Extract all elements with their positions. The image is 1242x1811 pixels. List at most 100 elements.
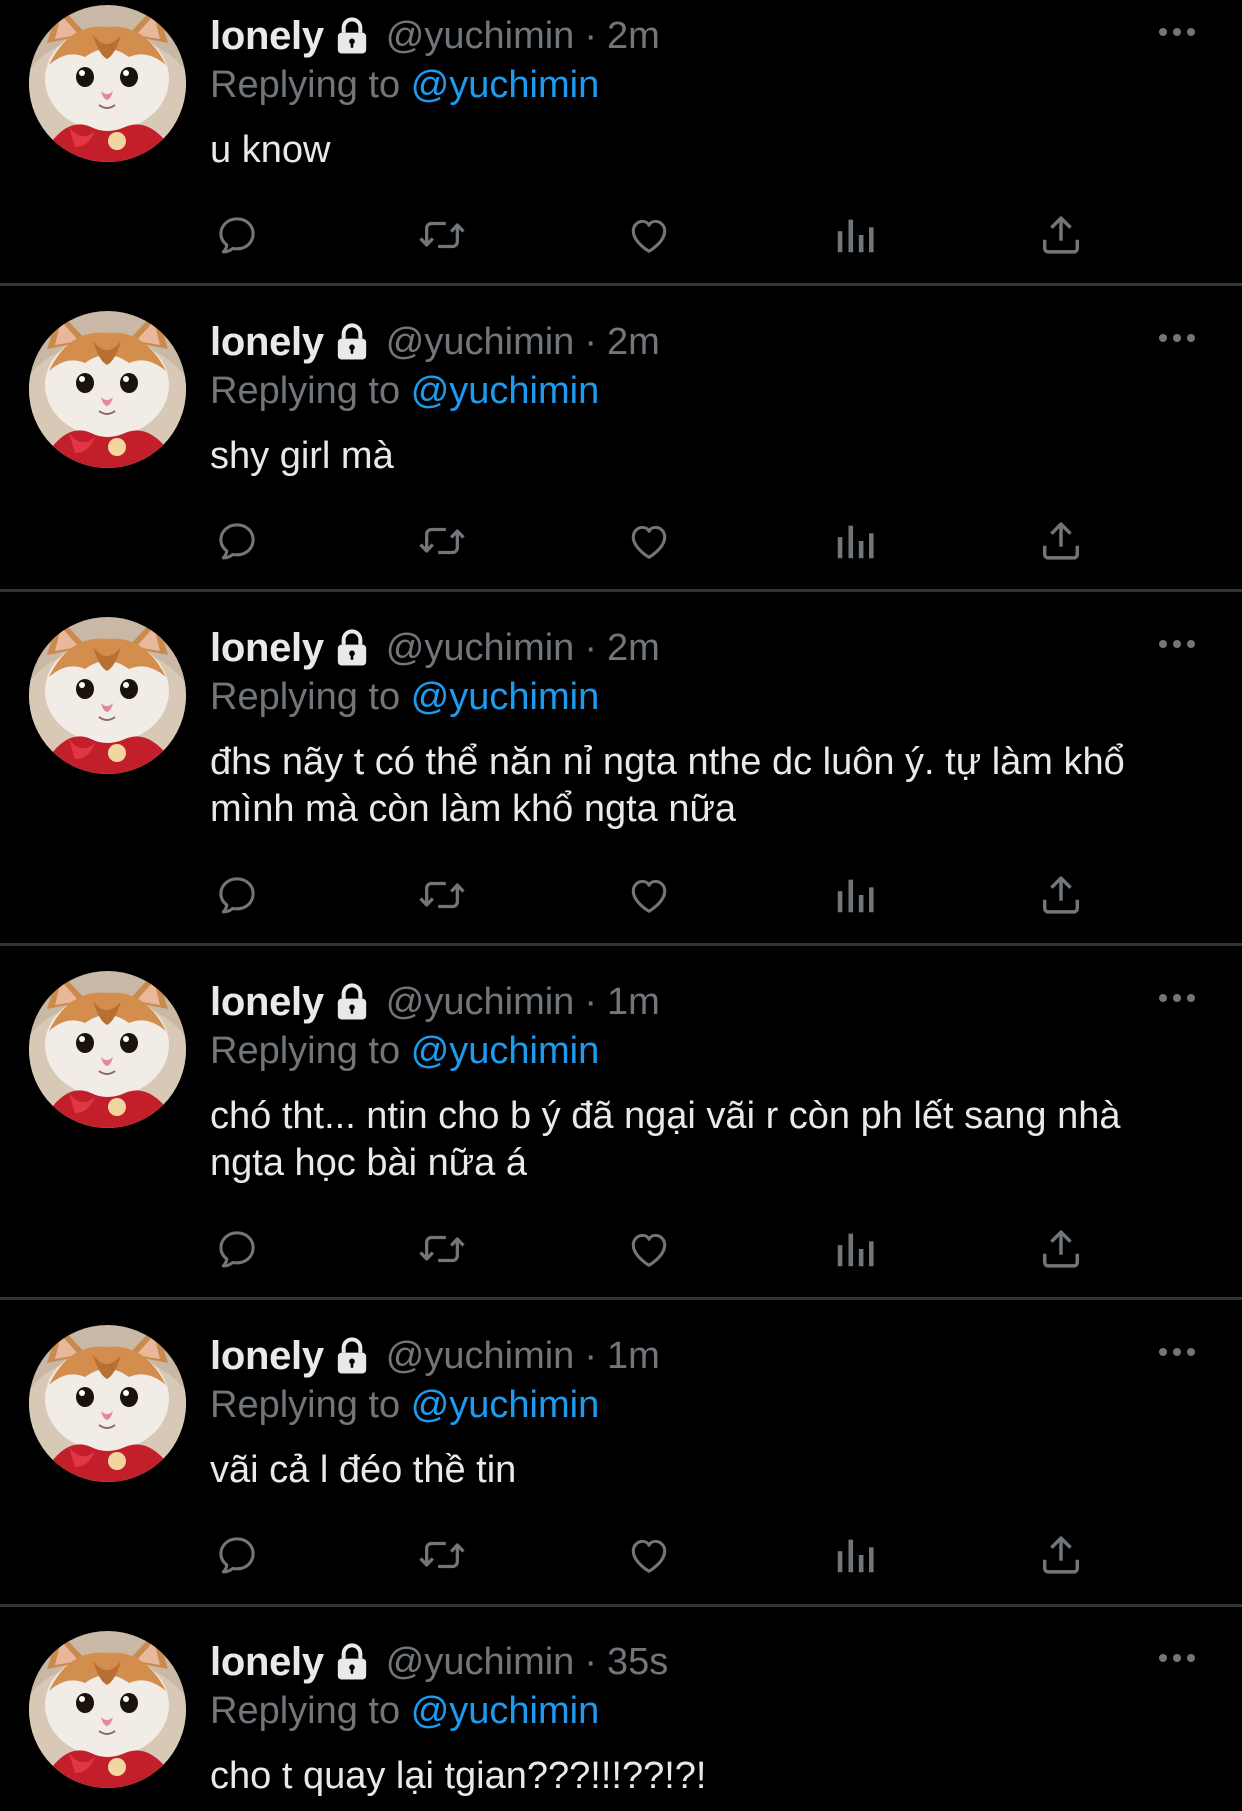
lock-icon — [332, 1336, 372, 1376]
more-options-icon[interactable] — [1157, 990, 1197, 1006]
reply-button[interactable] — [211, 210, 263, 260]
views-button[interactable] — [829, 210, 881, 260]
tweet[interactable]: lonely @yuchimin · 2m Replying to @yuchi… — [0, 306, 1242, 591]
share-icon — [1038, 212, 1084, 258]
tweet[interactable]: lonely @yuchimin · 1m Replying to @yuchi… — [0, 966, 1242, 1296]
more-options-icon[interactable] — [1157, 1344, 1197, 1360]
like-button[interactable] — [623, 870, 675, 920]
share-button[interactable] — [1035, 1530, 1087, 1580]
tweet-text: vãi cả l đéo thề tin — [210, 1449, 517, 1491]
separator: · — [584, 14, 597, 57]
more-options-icon[interactable] — [1157, 330, 1197, 346]
replying-to-handle-link[interactable]: @yuchimin — [411, 1690, 600, 1732]
timestamp[interactable]: 35s — [607, 1641, 668, 1684]
share-button[interactable] — [1035, 870, 1087, 920]
avatar[interactable] — [29, 5, 186, 162]
handle[interactable]: @yuchimin — [386, 627, 575, 670]
timestamp[interactable]: 2m — [607, 15, 660, 58]
display-name[interactable]: lonely — [210, 980, 324, 1025]
retweet-button[interactable] — [416, 210, 468, 260]
like-button[interactable] — [623, 516, 675, 566]
replying-to-handle-link[interactable]: @yuchimin — [411, 1384, 600, 1426]
timestamp[interactable]: 1m — [607, 1335, 660, 1378]
display-name[interactable]: lonely — [210, 1334, 324, 1379]
more-options-icon[interactable] — [1157, 1650, 1197, 1666]
replying-to: Replying to @yuchimin — [210, 60, 599, 110]
share-icon — [1038, 1226, 1084, 1272]
reply-button[interactable] — [211, 1530, 263, 1580]
tweet-header: lonely @yuchimin · 35s — [210, 1637, 668, 1687]
more-options-icon[interactable] — [1157, 636, 1197, 652]
avatar[interactable] — [29, 617, 186, 774]
tweet[interactable]: lonely @yuchimin · 2m Replying to @yuchi… — [0, 612, 1242, 942]
avatar[interactable] — [29, 1325, 186, 1482]
share-icon — [1038, 872, 1084, 918]
reply-icon — [214, 872, 260, 918]
views-button[interactable] — [829, 870, 881, 920]
views-icon — [833, 1532, 877, 1578]
tweet-text: chó tht... ntin cho b ý đã ngại vãi r cò… — [210, 1095, 1121, 1184]
divider — [0, 1297, 1242, 1300]
views-icon — [833, 518, 877, 564]
views-button[interactable] — [829, 1530, 881, 1580]
retweet-button[interactable] — [416, 1530, 468, 1580]
display-name[interactable]: lonely — [210, 626, 324, 671]
reply-button[interactable] — [211, 516, 263, 566]
reply-icon — [214, 518, 260, 564]
tweet-text: shy girl mà — [210, 435, 394, 477]
display-name[interactable]: lonely — [210, 14, 324, 59]
avatar[interactable] — [29, 971, 186, 1128]
retweet-icon — [416, 872, 468, 918]
replying-to-handle-link[interactable]: @yuchimin — [411, 676, 600, 718]
reply-button[interactable] — [211, 1224, 263, 1274]
timestamp[interactable]: 2m — [607, 627, 660, 670]
lock-icon — [332, 322, 372, 362]
tweet[interactable]: lonely @yuchimin · 35s Replying to @yuch… — [0, 1626, 1242, 1811]
replying-to: Replying to @yuchimin — [210, 1686, 599, 1736]
replying-to-label: Replying to — [210, 1690, 401, 1732]
lock-icon — [332, 628, 372, 668]
display-name[interactable]: lonely — [210, 320, 324, 365]
reply-icon — [214, 1532, 260, 1578]
lock-icon — [332, 16, 372, 56]
divider — [0, 943, 1242, 946]
replying-to-handle-link[interactable]: @yuchimin — [411, 1030, 600, 1072]
views-button[interactable] — [829, 1224, 881, 1274]
avatar[interactable] — [29, 1631, 186, 1788]
retweet-icon — [416, 518, 468, 564]
separator: · — [584, 320, 597, 363]
like-button[interactable] — [623, 1224, 675, 1274]
share-button[interactable] — [1035, 210, 1087, 260]
tweet[interactable]: lonely @yuchimin · 2m Replying to @yuchi… — [0, 0, 1242, 285]
timestamp[interactable]: 2m — [607, 321, 660, 364]
handle[interactable]: @yuchimin — [386, 1335, 575, 1378]
tweet[interactable]: lonely @yuchimin · 1m Replying to @yuchi… — [0, 1320, 1242, 1605]
handle[interactable]: @yuchimin — [386, 981, 575, 1024]
share-button[interactable] — [1035, 1224, 1087, 1274]
retweet-button[interactable] — [416, 1224, 468, 1274]
replying-to: Replying to @yuchimin — [210, 672, 599, 722]
lock-icon — [332, 982, 372, 1022]
divider — [0, 1604, 1242, 1607]
share-button[interactable] — [1035, 516, 1087, 566]
replying-to-handle-link[interactable]: @yuchimin — [411, 64, 600, 106]
replying-to: Replying to @yuchimin — [210, 366, 599, 416]
handle[interactable]: @yuchimin — [386, 321, 575, 364]
views-button[interactable] — [829, 516, 881, 566]
separator: · — [584, 1334, 597, 1377]
like-button[interactable] — [623, 210, 675, 260]
handle[interactable]: @yuchimin — [386, 15, 575, 58]
retweet-icon — [416, 1226, 468, 1272]
share-icon — [1038, 1532, 1084, 1578]
avatar[interactable] — [29, 311, 186, 468]
retweet-button[interactable] — [416, 516, 468, 566]
more-options-icon[interactable] — [1157, 24, 1197, 40]
retweet-button[interactable] — [416, 870, 468, 920]
display-name[interactable]: lonely — [210, 1640, 324, 1685]
replying-to-handle-link[interactable]: @yuchimin — [411, 370, 600, 412]
handle[interactable]: @yuchimin — [386, 1641, 575, 1684]
reply-button[interactable] — [211, 870, 263, 920]
replying-to-label: Replying to — [210, 1030, 401, 1072]
like-button[interactable] — [623, 1530, 675, 1580]
timestamp[interactable]: 1m — [607, 981, 660, 1024]
